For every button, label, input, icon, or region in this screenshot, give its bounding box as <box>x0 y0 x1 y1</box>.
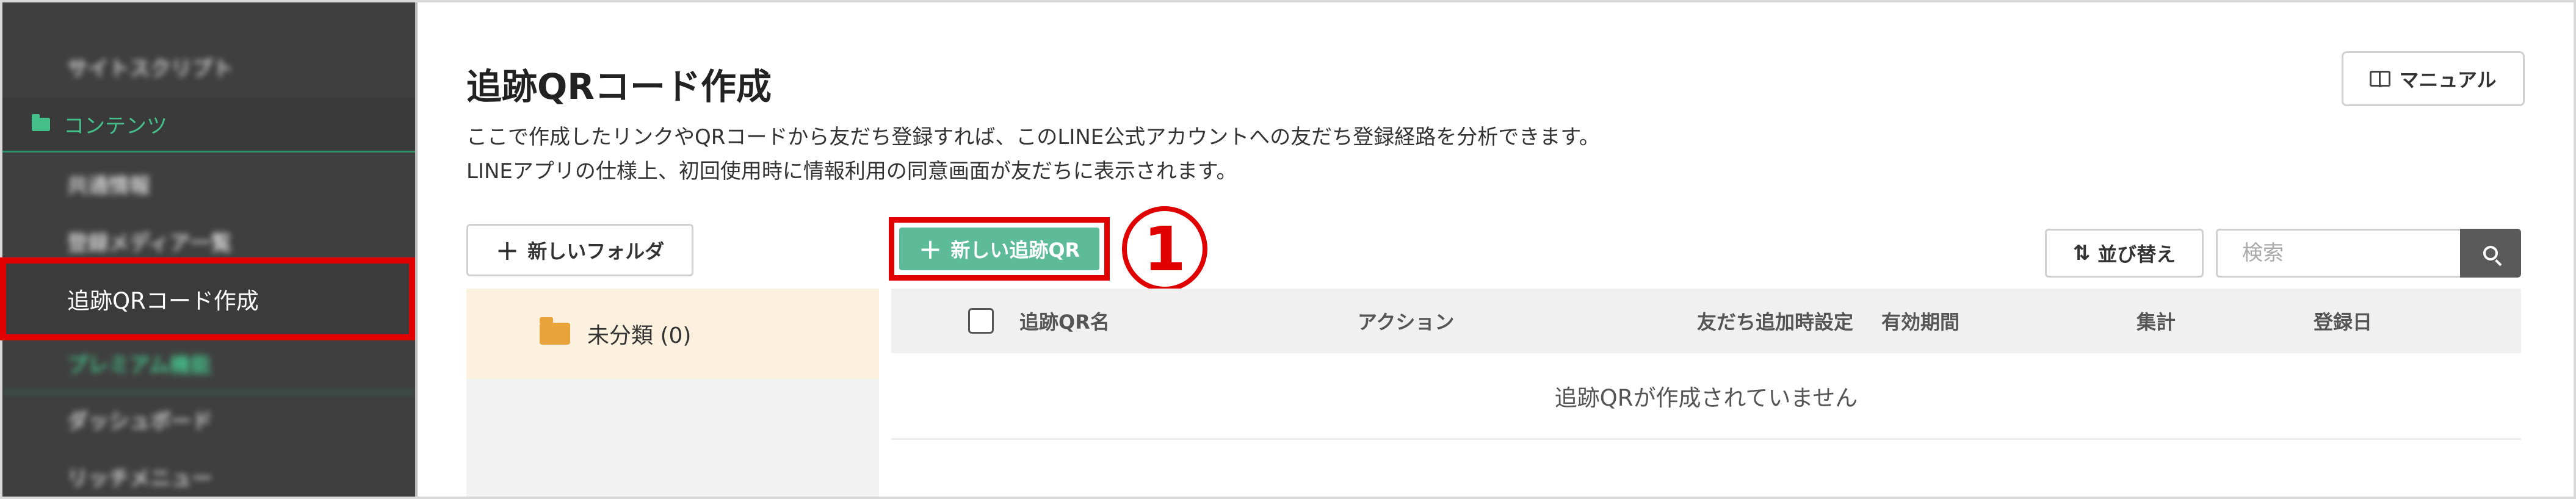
sidebar-item-tracking-qr[interactable]: 追跡QRコード作成 <box>0 257 415 340</box>
column-header-stats: 集計 <box>2136 311 2176 334</box>
select-all-checkbox[interactable] <box>968 308 994 334</box>
manual-button-label: マニュアル <box>2399 68 2497 92</box>
sidebar-item-label: リッチメニュー <box>67 467 212 491</box>
sidebar-item-label: ダッシュボード <box>67 409 212 434</box>
manual-button[interactable]: マニュアル <box>2342 51 2525 106</box>
sidebar-divider <box>415 2 418 497</box>
page-title: 追跡QRコード作成 <box>466 66 772 107</box>
sidebar: サイトスクリプト コンテンツ 共通情報 登録メディア一覧 プレミアム機能 ダッシ… <box>2 2 415 497</box>
search-input[interactable] <box>2216 229 2460 278</box>
new-tracking-qr-label: 新しい追跡QR <box>950 239 1080 262</box>
page-description-line2: LINEアプリの仕様上、初回使用時に情報利用の同意画面が友だちに表示されます。 <box>466 159 1237 184</box>
folder-icon <box>32 113 50 131</box>
new-folder-button[interactable]: + 新しいフォルダ <box>466 224 693 276</box>
sidebar-item-site-script[interactable]: サイトスクリプト <box>2 38 415 96</box>
table-header: 追跡QR名 アクション 友だち追加時設定 有効期間 集計 登録日 <box>891 289 2521 353</box>
plus-icon: + <box>495 234 519 267</box>
sidebar-item-label: 登録メディア一覧 <box>67 231 232 256</box>
sidebar-item-rich-menu[interactable]: リッチメニュー <box>2 448 415 497</box>
folder-icon <box>540 317 570 345</box>
column-header-friend-add-setting: 友だち追加時設定 <box>1697 311 1854 334</box>
sidebar-section-label: コンテンツ <box>63 114 167 138</box>
plus-icon: + <box>918 232 942 265</box>
table-divider <box>891 438 2521 440</box>
sort-button[interactable]: ⇅ 並び替え <box>2045 229 2204 278</box>
folder-item-label: 未分類 (0) <box>587 323 692 348</box>
sidebar-section-premium[interactable]: プレミアム機能 <box>2 335 415 393</box>
column-header-registered-date[interactable]: 登録日 <box>2314 289 2372 353</box>
sort-arrows-icon: ⇅ <box>2072 241 2091 265</box>
empty-table-message: 追跡QRが作成されていません <box>1554 385 1858 411</box>
book-icon <box>2370 71 2391 87</box>
sidebar-section-label: プレミアム機能 <box>67 353 211 378</box>
sidebar-item-label: サイトスクリプト <box>67 57 233 81</box>
new-tracking-qr-button[interactable]: + 新しい追跡QR <box>899 228 1099 270</box>
sidebar-item-label: 共通情報 <box>67 174 150 198</box>
column-header-action: アクション <box>1358 311 1455 334</box>
new-folder-label: 新しいフォルダ <box>527 240 665 263</box>
sidebar-item-blurred[interactable] <box>2 2 415 36</box>
step-marker: 1 <box>1122 206 1207 292</box>
search-button[interactable] <box>2460 229 2521 278</box>
sidebar-item-label <box>67 2 74 20</box>
column-header-name[interactable]: 追跡QR名 <box>1019 289 1110 353</box>
sidebar-item-dashboard[interactable]: ダッシュボード <box>2 390 415 448</box>
sidebar-item-label: 追跡QRコード作成 <box>67 288 259 314</box>
column-header-validity: 有効期間 <box>1881 311 1960 334</box>
sort-button-label: 並び替え <box>2097 243 2176 266</box>
sidebar-item-common-info[interactable]: 共通情報 <box>2 155 415 213</box>
search-icon <box>2483 246 2498 260</box>
page-description-line1: ここで作成したリンクやQRコードから友だち登録すれば、このLINE公式アカウント… <box>466 125 1600 149</box>
folder-item[interactable]: 未分類 (0) <box>466 289 879 379</box>
sidebar-section-contents[interactable]: コンテンツ <box>2 98 415 153</box>
